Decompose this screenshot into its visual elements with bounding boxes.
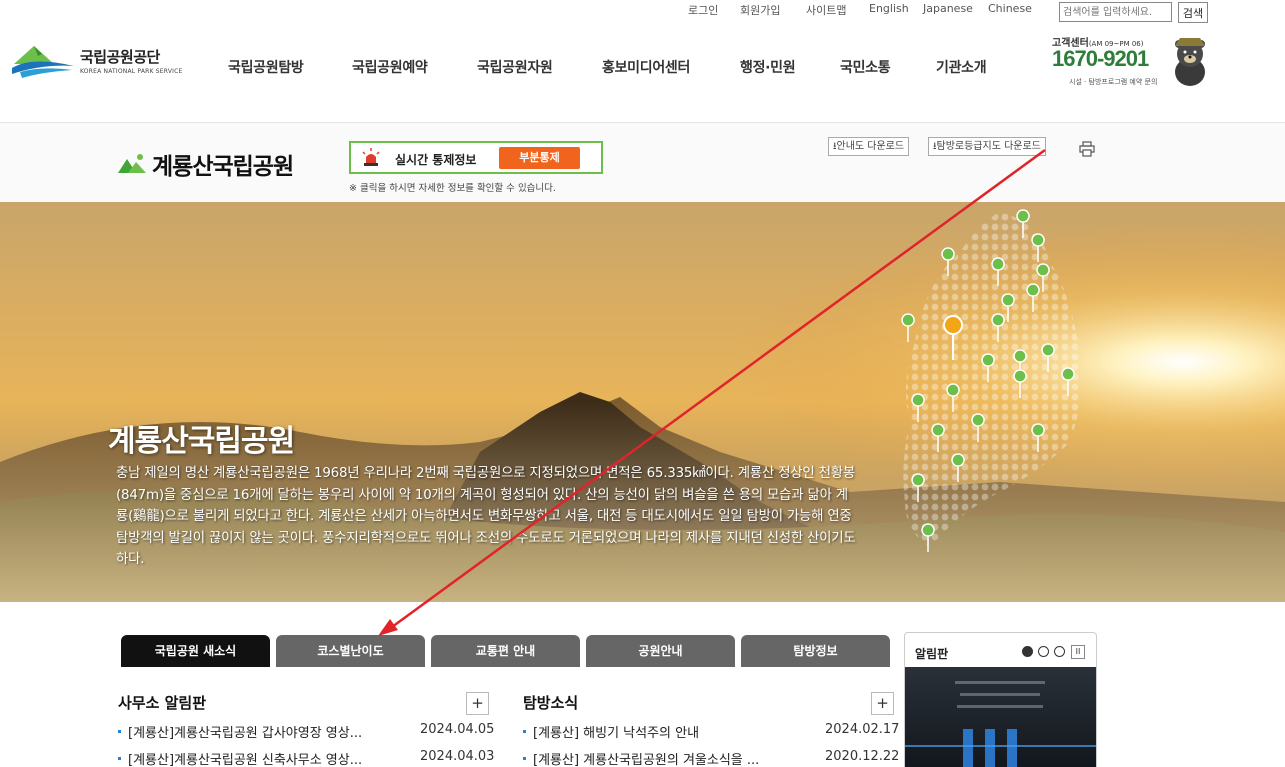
tab-park-info[interactable]: 공원안내 bbox=[586, 635, 735, 667]
page-title: 계룡산국립공원 bbox=[152, 154, 294, 180]
nav-item-explore[interactable]: 국립공원탐방 bbox=[228, 57, 304, 77]
mountain-icon bbox=[118, 154, 146, 173]
utility-bar: 로그인 회원가입 사이트맵 English Japanese Chinese 검… bbox=[0, 2, 1285, 23]
notice-widget: 알림판 II bbox=[904, 632, 1097, 767]
control-note: ※ 클릭을 하시면 자세한 정보를 확인할 수 있습니다. bbox=[349, 183, 556, 194]
list-item-title: [계룡산]계룡산국립공원 갑사야영장 영상... bbox=[128, 726, 363, 741]
notice-banner-image[interactable] bbox=[905, 667, 1097, 767]
nav-item-reservation[interactable]: 국립공원예약 bbox=[352, 57, 428, 77]
office-board-title: 사무소 알림판 bbox=[118, 694, 207, 712]
chinese-link[interactable]: Chinese bbox=[988, 2, 1032, 15]
login-link[interactable]: 로그인 bbox=[688, 2, 718, 18]
search-button[interactable]: 검색 bbox=[1178, 2, 1208, 23]
list-item-date: 2020.12.22 bbox=[825, 749, 900, 764]
japanese-link[interactable]: Japanese bbox=[923, 2, 973, 15]
office-board-more-button[interactable]: + bbox=[466, 692, 489, 715]
notice-widget-title: 알림판 bbox=[915, 647, 949, 661]
pause-button[interactable]: II bbox=[1071, 645, 1085, 659]
download-trail-map-button[interactable]: ⭳탐방로등급지도 다운로드 bbox=[928, 137, 1046, 156]
list-item-title: [계룡산] 해빙기 낙석주의 안내 bbox=[533, 726, 700, 741]
list-item-title: [계룡산] 계룡산국립공원의 겨울소식을 ... bbox=[533, 753, 760, 767]
list-item[interactable]: [계룡산] 해빙기 낙석주의 안내 2024.02.17 bbox=[523, 722, 899, 741]
signup-link[interactable]: 회원가입 bbox=[740, 2, 780, 18]
tab-course-difficulty[interactable]: 코스별난이도 bbox=[276, 635, 425, 667]
cs-phone: 1670-9201 bbox=[1052, 46, 1149, 71]
tab-park-news[interactable]: 국립공원 새소식 bbox=[121, 635, 270, 667]
nav-item-resources[interactable]: 국립공원자원 bbox=[477, 57, 553, 77]
siren-icon bbox=[362, 148, 380, 166]
download-guide-label: 안내도 다운로드 bbox=[836, 141, 905, 152]
slide-dot-1[interactable] bbox=[1022, 646, 1033, 657]
nav-item-communication[interactable]: 국민소통 bbox=[840, 57, 891, 77]
nav-item-admin[interactable]: 행정·민원 bbox=[740, 57, 796, 77]
download-trail-label: 탐방로등급지도 다운로드 bbox=[936, 141, 1041, 152]
nav-item-media[interactable]: 홍보미디어센터 bbox=[602, 57, 690, 77]
slide-dot-2[interactable] bbox=[1038, 646, 1049, 657]
current-park-marker-icon bbox=[943, 315, 964, 361]
print-icon[interactable] bbox=[1079, 141, 1095, 157]
control-status-badge[interactable]: 부분통제 bbox=[499, 147, 580, 169]
list-item[interactable]: [계룡산]계룡산국립공원 갑사야영장 영상... 2024.04.05 bbox=[118, 722, 495, 741]
tab-visit-info[interactable]: 탐방정보 bbox=[741, 635, 890, 667]
list-item[interactable]: [계룡산] 계룡산국립공원의 겨울소식을 ... 2020.12.22 bbox=[523, 749, 899, 767]
bullet-icon bbox=[523, 757, 526, 760]
hero-banner: 계룡산국립공원 충남 제일의 명산 계룡산국립공원은 1968년 우리나라 2번… bbox=[0, 202, 1285, 602]
bear-mascot-icon bbox=[1175, 38, 1205, 86]
bullet-icon bbox=[523, 730, 526, 733]
list-item-date: 2024.04.03 bbox=[420, 749, 495, 764]
sitemap-link[interactable]: 사이트맵 bbox=[806, 2, 846, 18]
list-item-date: 2024.02.17 bbox=[825, 722, 900, 737]
hero-description: 충남 제일의 명산 계룡산국립공원은 1968년 우리나라 2번째 국립공원으로… bbox=[116, 466, 856, 567]
control-label: 실시간 통제정보 bbox=[395, 153, 477, 167]
english-link[interactable]: English bbox=[869, 2, 909, 15]
bullet-icon bbox=[118, 730, 121, 733]
hero-title: 계룡산국립공원 bbox=[108, 424, 295, 459]
list-item[interactable]: [계룡산]계룡산국립공원 신축사무소 영상... 2024.04.03 bbox=[118, 749, 495, 767]
realtime-control-info[interactable]: 실시간 통제정보 부분통제 bbox=[349, 141, 603, 174]
news-board-title: 탐방소식 bbox=[523, 694, 579, 712]
news-board-more-button[interactable]: + bbox=[871, 692, 894, 715]
list-item-date: 2024.04.05 bbox=[420, 722, 495, 737]
cs-desc: 시설 · 탐방프로그램 예약 문의 bbox=[1069, 78, 1158, 86]
list-item-title: [계룡산]계룡산국립공원 신축사무소 영상... bbox=[128, 753, 363, 767]
bullet-icon bbox=[118, 757, 121, 760]
nav-item-about[interactable]: 기관소개 bbox=[936, 57, 987, 77]
download-guide-button[interactable]: ⭳안내도 다운로드 bbox=[828, 137, 910, 156]
tab-transportation[interactable]: 교통편 안내 bbox=[431, 635, 580, 667]
search-input[interactable] bbox=[1059, 2, 1172, 22]
customer-center[interactable]: 고객센터(AM 09~PM 06) 1670-9201 시설 · 탐방프로그램 … bbox=[1052, 32, 1212, 88]
slide-dot-3[interactable] bbox=[1054, 646, 1065, 657]
